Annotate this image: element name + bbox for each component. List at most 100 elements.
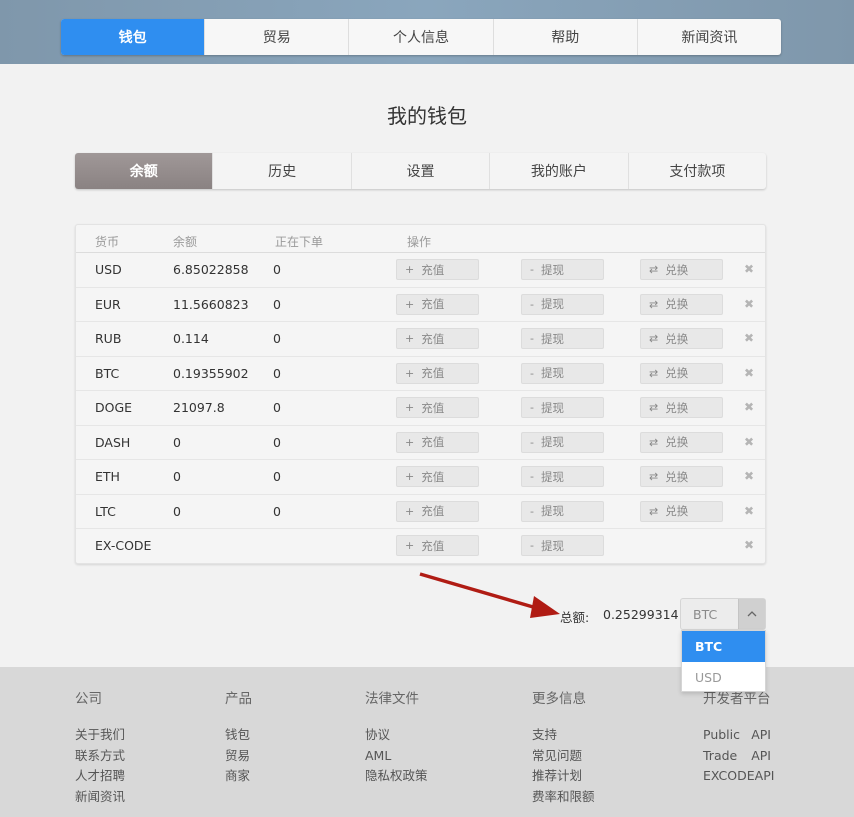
minus-icon: - [530,332,534,345]
deposit-label: 充值 [421,469,445,484]
table-row: EUR 11.5660823 0 + 充值 - 提现 ⇄ 兑换 ✖ [76,288,765,322]
deposit-button[interactable]: + 充值 [396,293,479,315]
currency-option-usd[interactable]: USD [682,662,765,693]
withdraw-button[interactable]: - 提现 [521,259,604,280]
footer-link-privacy[interactable]: 隐私权政策 [365,766,428,787]
footer-link-excode-api[interactable]: EXCODE API [703,766,774,787]
tab-history[interactable]: 历史 [213,153,352,189]
footer-link-wallet[interactable]: 钱包 [225,725,252,746]
footer-link-referral[interactable]: 推荐计划 [532,766,595,787]
footer-link-contact[interactable]: 联系方式 [75,746,125,767]
currency-option-btc[interactable]: BTC [682,631,765,662]
exchange-button[interactable]: ⇄ 兑换 [640,362,723,384]
deposit-button[interactable]: + 充值 [396,466,479,487]
nav-item-wallet[interactable]: 钱包 [61,19,206,55]
deposit-button[interactable]: + 充值 [396,397,479,418]
close-icon[interactable]: ✖ [744,297,754,311]
tab-my-accounts[interactable]: 我的账户 [490,153,629,189]
total-label: 总额: [560,610,590,625]
close-icon[interactable]: ✖ [744,469,754,483]
total-currency-select[interactable]: BTC [680,598,766,630]
row-in-orders: 0 [273,296,281,312]
footer-link-aml[interactable]: AML [365,746,428,767]
footer-link-news[interactable]: 新闻资讯 [75,787,125,808]
row-in-orders: 0 [273,365,281,381]
deposit-label: 充值 [421,400,445,415]
exchange-label: 兑换 [665,297,689,311]
footer-link-support[interactable]: 支持 [532,725,595,746]
exchange-button[interactable]: ⇄ 兑换 [640,466,723,487]
close-icon[interactable]: ✖ [744,331,754,345]
close-icon[interactable]: ✖ [744,262,754,276]
minus-icon: - [530,297,534,311]
deposit-button[interactable]: + 充值 [396,328,479,349]
deposit-button[interactable]: + 充值 [396,362,479,384]
withdraw-button[interactable]: - 提现 [521,397,604,418]
row-currency: RUB [95,331,122,346]
withdraw-button[interactable]: - 提现 [521,535,604,556]
close-icon[interactable]: ✖ [744,400,754,414]
footer-heading: 公司 [75,691,102,707]
nav-item-trade[interactable]: 贸易 [205,19,350,55]
nav-item-profile[interactable]: 个人信息 [349,19,494,55]
exchange-arrows-icon: ⇄ [649,263,659,276]
footer-heading: 产品 [225,691,252,707]
exchange-button[interactable]: ⇄ 兑换 [640,397,723,418]
row-balance: 21097.8 [173,400,225,415]
exchange-button[interactable]: ⇄ 兑换 [640,328,723,349]
withdraw-button[interactable]: - 提现 [521,431,604,453]
footer-link-fees[interactable]: 费率和限额 [532,787,595,808]
exchange-button[interactable]: ⇄ 兑换 [640,500,723,522]
footer-link-trade[interactable]: 贸易 [225,746,252,767]
exchange-label: 兑换 [665,469,689,484]
total-value: 0.25299314 [603,607,679,622]
row-currency: LTC [95,503,116,519]
withdraw-button[interactable]: - 提现 [521,293,604,315]
deposit-button[interactable]: + 充值 [396,259,479,280]
withdraw-button[interactable]: - 提现 [521,328,604,349]
exchange-arrows-icon: ⇄ [649,366,659,380]
withdraw-label: 提现 [540,435,564,449]
footer-link-agreement[interactable]: 协议 [365,725,428,746]
nav-item-help[interactable]: 帮助 [494,19,638,55]
deposit-button[interactable]: + 充值 [396,500,479,522]
row-currency: DOGE [95,400,133,415]
footer-link-faq[interactable]: 常见问题 [532,746,595,767]
withdraw-button[interactable]: - 提现 [521,500,604,522]
withdraw-button[interactable]: - 提现 [521,466,604,487]
close-icon[interactable]: ✖ [744,538,754,552]
close-icon[interactable]: ✖ [744,435,754,449]
close-icon[interactable]: ✖ [744,366,754,380]
chevron-up-icon[interactable] [738,599,765,629]
exchange-label: 兑换 [665,504,689,518]
footer-link-about[interactable]: 关于我们 [75,725,125,746]
row-in-orders: 0 [273,469,281,484]
footer-link-public-api[interactable]: Public API [703,725,771,746]
exchange-label: 兑换 [665,331,689,346]
nav-item-news[interactable]: 新闻资讯 [638,19,781,55]
footer-link-careers[interactable]: 人才招聘 [75,766,125,787]
row-balance: 0 [173,434,181,450]
exchange-button[interactable]: ⇄ 兑换 [640,293,723,315]
deposit-label: 充值 [421,366,445,380]
tab-balance[interactable]: 余额 [75,153,214,189]
exchange-label: 兑换 [665,262,689,277]
exchange-button[interactable]: ⇄ 兑换 [640,431,723,453]
exchange-button[interactable]: ⇄ 兑换 [640,259,723,280]
footer-link-merchant[interactable]: 商家 [225,766,252,787]
tab-payments[interactable]: 支付款项 [629,153,766,189]
withdraw-label: 提现 [540,504,564,518]
table-body: USD 6.85022858 0 + 充值 - 提现 ⇄ 兑换 ✖ EUR 11.5660823 0 + 充… [76,253,765,564]
deposit-label: 充值 [421,262,445,277]
deposit-label: 充值 [421,504,445,518]
plus-icon: + [405,539,415,552]
deposit-button[interactable]: + 充值 [396,535,479,556]
wallet-tabs: 余额 历史 设置 我的账户 支付款项 [75,153,766,189]
minus-icon: - [530,366,534,380]
tab-settings[interactable]: 设置 [352,153,491,189]
footer-link-trade-api[interactable]: Trade API [703,746,771,767]
close-icon[interactable]: ✖ [744,504,754,518]
withdraw-button[interactable]: - 提现 [521,362,604,384]
footer-col-developers: 开发者平台 Public API Trade API EXCODE API [703,687,774,787]
deposit-button[interactable]: + 充值 [396,431,479,453]
